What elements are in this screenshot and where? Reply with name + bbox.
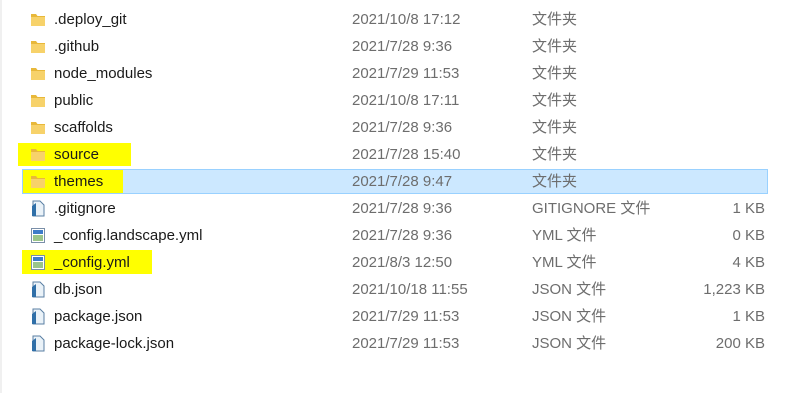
file-date: 2021/7/28 9:36 bbox=[352, 119, 453, 136]
file-row-selected[interactable]: themes 2021/7/28 9:47 文件夹 bbox=[0, 168, 796, 195]
folder-icon bbox=[30, 173, 46, 190]
file-date: 2021/10/8 17:11 bbox=[352, 92, 460, 109]
folder-icon bbox=[30, 146, 46, 163]
text-file-icon bbox=[30, 281, 46, 298]
file-row[interactable]: node_modules 2021/7/29 11:53 文件夹 bbox=[0, 60, 796, 87]
file-row[interactable]: db.json 2021/10/18 11:55 JSON 文件 1,223 K… bbox=[0, 276, 796, 303]
file-size: 1 KB bbox=[732, 308, 765, 325]
file-name: package.json bbox=[54, 308, 143, 325]
file-type: 文件夹 bbox=[532, 11, 578, 28]
file-type: 文件夹 bbox=[532, 146, 578, 163]
file-date: 2021/7/28 9:36 bbox=[352, 38, 453, 55]
file-date: 2021/7/28 15:40 bbox=[352, 146, 461, 163]
file-date: 2021/7/29 11:53 bbox=[352, 335, 460, 352]
file-date: 2021/10/8 17:12 bbox=[352, 11, 461, 28]
file-size: 1 KB bbox=[732, 200, 765, 217]
file-date: 2021/8/3 12:50 bbox=[352, 254, 453, 271]
file-date: 2021/7/29 11:53 bbox=[352, 65, 460, 82]
file-size: 4 KB bbox=[732, 254, 765, 271]
file-name: .gitignore bbox=[54, 200, 116, 217]
file-size: 1,223 KB bbox=[703, 281, 765, 298]
file-date: 2021/7/28 9:36 bbox=[352, 200, 453, 217]
text-file-icon bbox=[30, 200, 46, 217]
folder-icon bbox=[30, 38, 46, 55]
file-name: themes bbox=[54, 173, 104, 190]
file-row[interactable]: package.json 2021/7/29 11:53 JSON 文件 1 K… bbox=[0, 303, 796, 330]
file-name: node_modules bbox=[54, 65, 153, 82]
file-name: public bbox=[54, 92, 94, 109]
folder-icon bbox=[30, 65, 46, 82]
yml-file-icon bbox=[30, 254, 46, 271]
folder-icon bbox=[30, 119, 46, 136]
file-type: 文件夹 bbox=[532, 65, 578, 82]
file-list: .deploy_git 2021/10/8 17:12 文件夹 .github … bbox=[0, 6, 796, 357]
file-row[interactable]: _config.yml 2021/8/3 12:50 YML 文件 4 KB bbox=[0, 249, 796, 276]
file-row[interactable]: package-lock.json 2021/7/29 11:53 JSON 文… bbox=[0, 330, 796, 357]
file-name: _config.landscape.yml bbox=[54, 227, 203, 244]
file-date: 2021/7/28 9:36 bbox=[352, 227, 453, 244]
text-file-icon bbox=[30, 308, 46, 325]
text-file-icon bbox=[30, 335, 46, 352]
file-name: scaffolds bbox=[54, 119, 113, 136]
file-size: 0 KB bbox=[732, 227, 765, 244]
file-name: db.json bbox=[54, 281, 103, 298]
file-date: 2021/10/18 11:55 bbox=[352, 281, 468, 298]
file-name: .github bbox=[54, 38, 100, 55]
file-size: 200 KB bbox=[715, 335, 765, 352]
file-type: 文件夹 bbox=[532, 119, 578, 136]
file-row[interactable]: _config.landscape.yml 2021/7/28 9:36 YML… bbox=[0, 222, 796, 249]
file-type: JSON 文件 bbox=[532, 281, 607, 298]
file-type: JSON 文件 bbox=[532, 308, 607, 325]
file-row[interactable]: source 2021/7/28 15:40 文件夹 bbox=[0, 141, 796, 168]
yml-file-icon bbox=[30, 227, 46, 244]
file-date: 2021/7/28 9:47 bbox=[352, 173, 453, 190]
file-type: YML 文件 bbox=[532, 254, 597, 271]
file-row[interactable]: .deploy_git 2021/10/8 17:12 文件夹 bbox=[0, 6, 796, 33]
file-name: package-lock.json bbox=[54, 335, 175, 352]
file-name: source bbox=[54, 146, 100, 163]
file-row[interactable]: public 2021/10/8 17:11 文件夹 bbox=[0, 87, 796, 114]
file-type: 文件夹 bbox=[532, 92, 578, 109]
file-type: 文件夹 bbox=[532, 173, 578, 190]
folder-icon bbox=[30, 11, 46, 28]
file-type: 文件夹 bbox=[532, 38, 578, 55]
file-type: YML 文件 bbox=[532, 227, 597, 244]
file-row[interactable]: .gitignore 2021/7/28 9:36 GITIGNORE 文件 1… bbox=[0, 195, 796, 222]
file-row[interactable]: .github 2021/7/28 9:36 文件夹 bbox=[0, 33, 796, 60]
file-type: JSON 文件 bbox=[532, 335, 607, 352]
file-date: 2021/7/29 11:53 bbox=[352, 308, 460, 325]
file-type: GITIGNORE 文件 bbox=[532, 200, 651, 217]
file-name: _config.yml bbox=[54, 254, 130, 271]
file-row[interactable]: scaffolds 2021/7/28 9:36 文件夹 bbox=[0, 114, 796, 141]
folder-icon bbox=[30, 92, 46, 109]
file-name: .deploy_git bbox=[54, 11, 127, 28]
